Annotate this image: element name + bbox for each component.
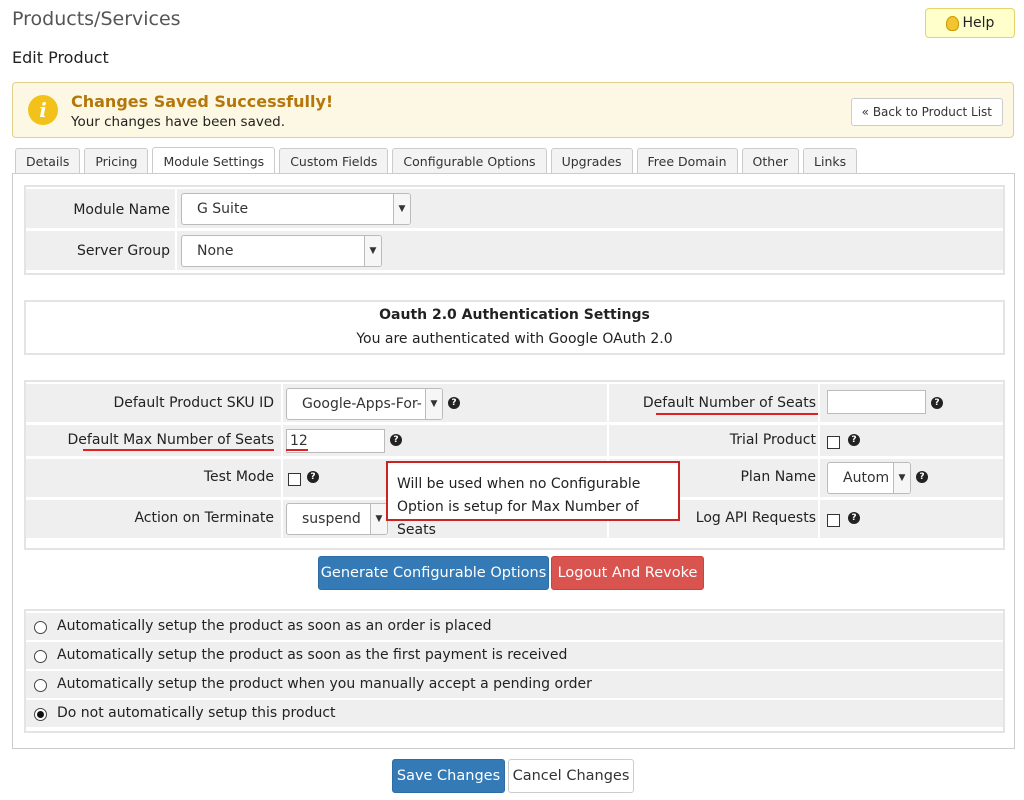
setup-option-label: Automatically setup the product when you… bbox=[57, 676, 592, 692]
tab-upgrades[interactable]: Upgrades bbox=[550, 148, 633, 173]
setup-option-radio[interactable] bbox=[34, 679, 47, 692]
tab-module-settings[interactable]: Module Settings bbox=[152, 147, 276, 174]
sku-label: Default Product SKU ID bbox=[113, 395, 274, 411]
module-name-value: G Suite bbox=[197, 201, 249, 217]
tab-details[interactable]: Details bbox=[15, 148, 81, 173]
setup-option-label: Do not automatically setup this product bbox=[57, 705, 336, 721]
tab-custom-fields[interactable]: Custom Fields bbox=[279, 148, 389, 173]
help-circle-icon[interactable]: ? bbox=[307, 471, 319, 483]
tab-links[interactable]: Links bbox=[803, 148, 858, 173]
tab-bar: Details Pricing Module Settings Custom F… bbox=[15, 147, 858, 174]
help-circle-icon[interactable]: ? bbox=[916, 471, 928, 483]
setup-options-box: Automatically setup the product as soon … bbox=[24, 609, 1005, 733]
annotation-underline bbox=[656, 413, 818, 415]
terminate-select[interactable]: suspend ▼ bbox=[286, 503, 388, 535]
oauth-box: Oauth 2.0 Authentication Settings You ar… bbox=[24, 300, 1005, 355]
setup-option-radio[interactable] bbox=[34, 621, 47, 634]
help-circle-icon[interactable]: ? bbox=[931, 397, 943, 409]
annotation-underline bbox=[286, 449, 308, 451]
sku-select[interactable]: Google-Apps-For- ▼ bbox=[286, 388, 443, 420]
setup-option-radio[interactable] bbox=[34, 650, 47, 663]
page-subtitle: Edit Product bbox=[12, 48, 109, 67]
logout-and-revoke-button[interactable]: Logout And Revoke bbox=[551, 556, 704, 590]
chevron-down-icon: ▼ bbox=[893, 463, 910, 493]
annotation-underline bbox=[83, 449, 274, 451]
save-changes-button[interactable]: Save Changes bbox=[392, 759, 505, 793]
tab-other[interactable]: Other bbox=[741, 148, 800, 173]
plan-select[interactable]: Autom ▼ bbox=[827, 462, 911, 494]
module-name-select[interactable]: G Suite ▼ bbox=[181, 193, 411, 225]
page-title: Products/Services bbox=[12, 8, 181, 30]
seats-input[interactable] bbox=[827, 390, 926, 414]
back-to-product-list-button[interactable]: « Back to Product List bbox=[850, 98, 1003, 126]
server-group-value: None bbox=[197, 243, 234, 259]
setup-option-radio[interactable] bbox=[34, 708, 47, 721]
alert-title: Changes Saved Successfully! bbox=[71, 92, 334, 111]
success-alert: i Changes Saved Successfully! Your chang… bbox=[12, 82, 1014, 138]
help-button-label: Help bbox=[962, 15, 995, 31]
oauth-title: Oauth 2.0 Authentication Settings bbox=[379, 307, 650, 323]
generate-configurable-options-button[interactable]: Generate Configurable Options bbox=[318, 556, 549, 590]
seats-label: Default Number of Seats bbox=[642, 395, 816, 411]
tab-pricing[interactable]: Pricing bbox=[84, 148, 149, 173]
chevron-down-icon: ▼ bbox=[393, 194, 410, 224]
help-circle-icon[interactable]: ? bbox=[848, 512, 860, 524]
lightbulb-icon bbox=[945, 15, 959, 31]
max-seats-label: Default Max Number of Seats bbox=[67, 432, 275, 448]
trial-label: Trial Product bbox=[729, 432, 816, 448]
help-button[interactable]: Help bbox=[925, 8, 1015, 38]
server-group-select[interactable]: None ▼ bbox=[181, 235, 382, 267]
help-circle-icon[interactable]: ? bbox=[448, 397, 460, 409]
test-mode-label: Test Mode bbox=[203, 469, 274, 485]
oauth-status-text: You are authenticated with Google OAuth … bbox=[356, 331, 673, 347]
chevron-down-icon: ▼ bbox=[364, 236, 381, 266]
annotation-tooltip: Will be used when no Configurable Option… bbox=[386, 461, 680, 538]
chevron-down-icon: ▼ bbox=[370, 504, 387, 534]
module-box: Module Name G Suite ▼ Server Group None … bbox=[24, 185, 1005, 275]
plan-value: Autom bbox=[843, 470, 890, 486]
cancel-changes-button[interactable]: Cancel Changes bbox=[508, 759, 634, 793]
terminate-value: suspend bbox=[302, 511, 361, 527]
terminate-label: Action on Terminate bbox=[134, 510, 274, 526]
alert-text: Your changes have been saved. bbox=[71, 114, 286, 130]
trial-checkbox[interactable] bbox=[827, 436, 840, 449]
server-group-label: Server Group bbox=[77, 243, 170, 259]
info-icon: i bbox=[28, 95, 58, 125]
tab-free-domain[interactable]: Free Domain bbox=[636, 148, 738, 173]
test-mode-checkbox[interactable] bbox=[288, 473, 301, 486]
setup-option-label: Automatically setup the product as soon … bbox=[57, 618, 492, 634]
module-name-label: Module Name bbox=[73, 202, 170, 218]
sku-value: Google-Apps-For- bbox=[302, 396, 422, 412]
setup-option-label: Automatically setup the product as soon … bbox=[57, 647, 568, 663]
log-api-checkbox[interactable] bbox=[827, 514, 840, 527]
chevron-down-icon: ▼ bbox=[425, 389, 442, 419]
help-circle-icon[interactable]: ? bbox=[848, 434, 860, 446]
tab-configurable-options[interactable]: Configurable Options bbox=[392, 148, 547, 173]
help-circle-icon[interactable]: ? bbox=[390, 434, 402, 446]
